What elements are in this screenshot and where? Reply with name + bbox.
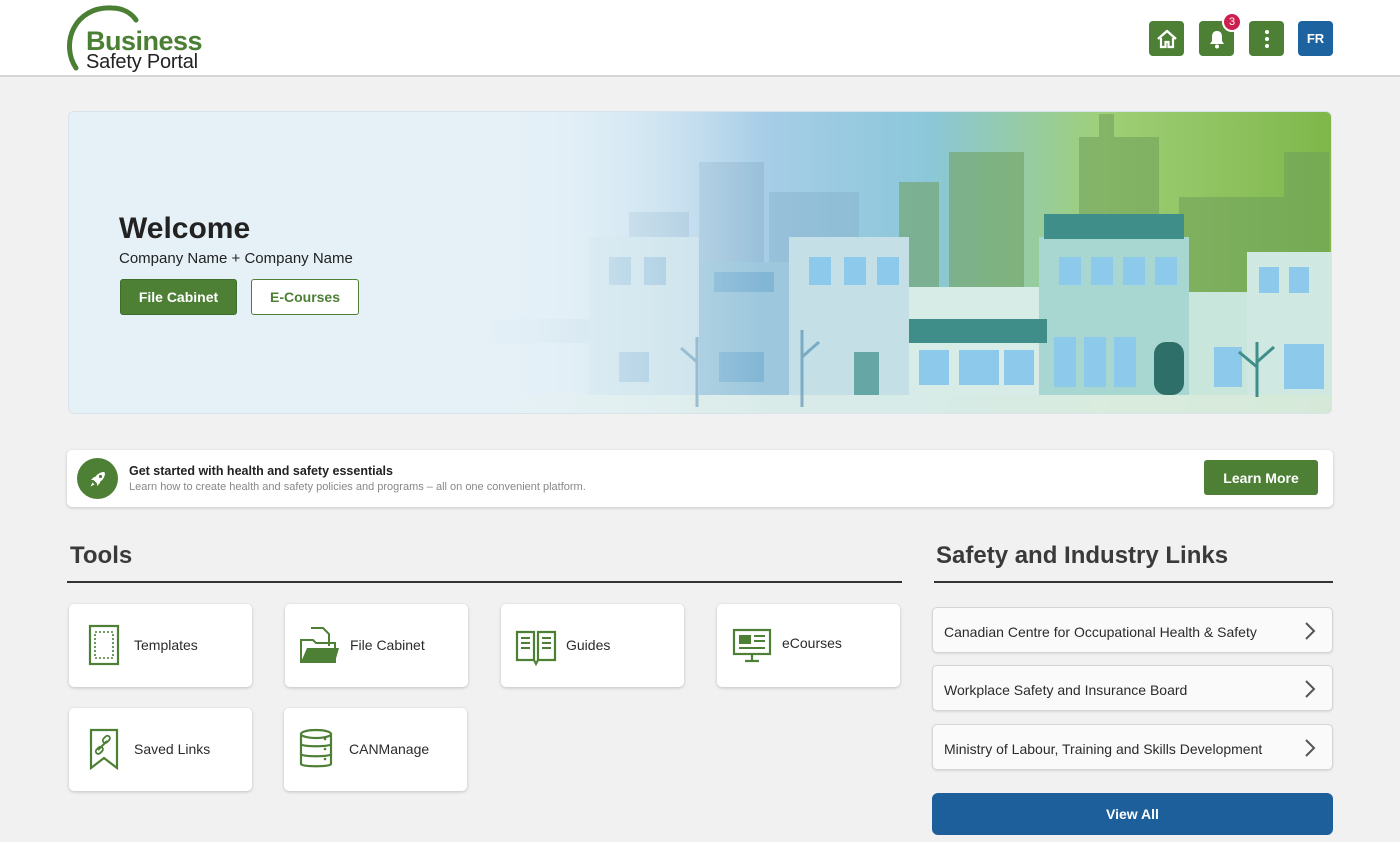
home-icon xyxy=(1156,29,1177,48)
chevron-right-icon xyxy=(1305,739,1316,757)
link-label: Canadian Centre for Occupational Health … xyxy=(944,624,1257,640)
tool-label: Guides xyxy=(566,637,611,653)
bookmark-link-icon xyxy=(89,728,119,770)
tool-canmanage[interactable]: CANManage xyxy=(284,708,467,791)
tool-saved-links[interactable]: Saved Links xyxy=(69,708,252,791)
get-started-banner: Get started with health and safety essen… xyxy=(67,450,1333,507)
welcome-hero: Welcome Company Name + Company Name File… xyxy=(68,111,1332,414)
language-toggle-button[interactable]: FR xyxy=(1298,21,1333,56)
chevron-right-icon xyxy=(1305,680,1316,698)
monitor-icon xyxy=(732,628,772,663)
tool-label: File Cabinet xyxy=(350,637,425,653)
book-icon xyxy=(515,630,557,666)
company-name: Company Name + Company Name xyxy=(119,250,353,267)
e-courses-button[interactable]: E-Courses xyxy=(251,279,359,315)
welcome-title: Welcome xyxy=(119,212,251,245)
tool-templates[interactable]: Templates xyxy=(69,604,252,687)
database-icon xyxy=(299,728,333,768)
banner-subtitle: Learn how to create health and safety po… xyxy=(129,481,586,493)
more-vertical-icon xyxy=(1264,29,1269,48)
tool-label: Saved Links xyxy=(134,741,211,757)
home-button[interactable] xyxy=(1149,21,1184,56)
tool-ecourses[interactable]: eCourses xyxy=(717,604,900,687)
link-label: Workplace Safety and Insurance Board xyxy=(944,682,1188,698)
rocket-icon xyxy=(77,458,118,499)
tool-guides[interactable]: Guides xyxy=(501,604,684,687)
bell-icon xyxy=(1209,30,1224,48)
file-cabinet-button[interactable]: File Cabinet xyxy=(120,279,237,315)
top-header: Business Safety Portal 3 FR xyxy=(0,0,1400,77)
links-divider xyxy=(934,581,1333,583)
tool-label: eCourses xyxy=(782,635,842,651)
banner-title: Get started with health and safety essen… xyxy=(129,464,393,478)
tool-file-cabinet[interactable]: File Cabinet xyxy=(285,604,468,687)
tools-divider xyxy=(67,581,902,583)
link-label: Ministry of Labour, Training and Skills … xyxy=(944,741,1263,757)
site-logo[interactable]: Business Safety Portal xyxy=(64,4,204,74)
folder-icon xyxy=(300,627,339,663)
more-menu-button[interactable] xyxy=(1249,21,1284,56)
chevron-right-icon xyxy=(1305,622,1316,640)
link-ministry-of-labour[interactable]: Ministry of Labour, Training and Skills … xyxy=(932,724,1333,770)
tool-label: CANManage xyxy=(349,741,430,757)
logo-subtitle: Safety Portal xyxy=(86,51,198,73)
links-heading: Safety and Industry Links xyxy=(936,542,1229,569)
tool-label: Templates xyxy=(134,637,198,653)
link-wsib[interactable]: Workplace Safety and Insurance Board xyxy=(932,665,1333,711)
link-ccohs[interactable]: Canadian Centre for Occupational Health … xyxy=(932,607,1333,653)
notification-badge: 3 xyxy=(1222,12,1242,32)
template-icon xyxy=(88,624,120,666)
tools-heading: Tools xyxy=(70,542,133,569)
view-all-button[interactable]: View All xyxy=(932,793,1333,835)
learn-more-button[interactable]: Learn More xyxy=(1204,460,1318,495)
